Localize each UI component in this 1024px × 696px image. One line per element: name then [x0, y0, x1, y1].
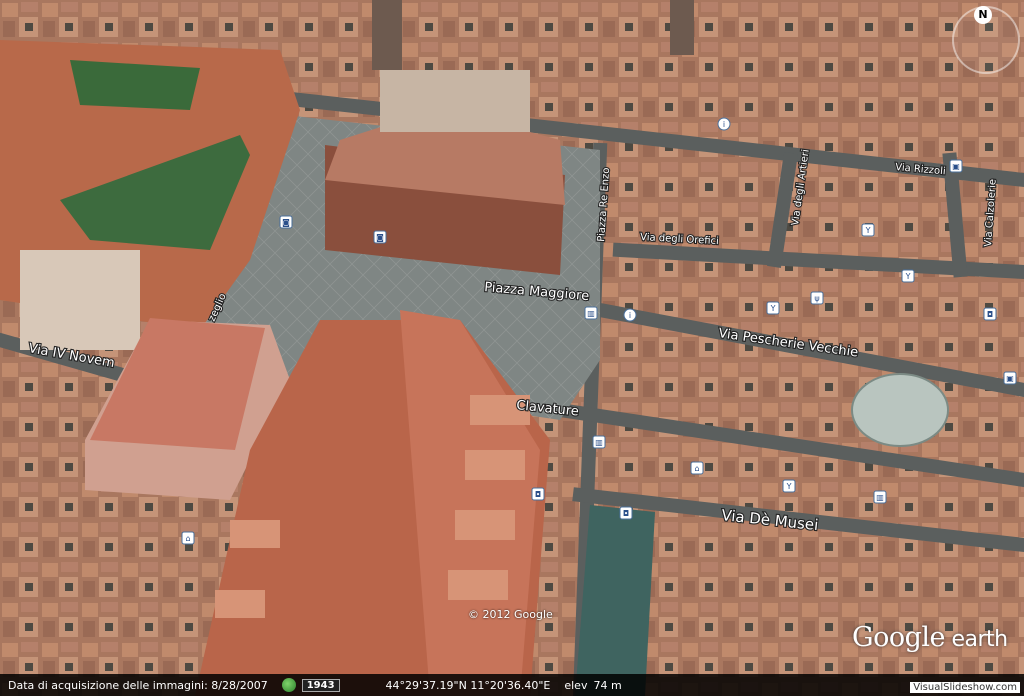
elevation-label: elev — [564, 678, 588, 692]
tower-garisenda — [670, 0, 694, 55]
svg-text:⌂: ⌂ — [185, 534, 190, 543]
dome — [851, 373, 949, 447]
building-side-wall — [20, 250, 140, 350]
svg-text:i: i — [723, 120, 725, 129]
google-earth-logo: Google earth — [852, 622, 1008, 653]
camera-icon[interactable]: ◙ — [279, 215, 293, 229]
historical-year-badge[interactable]: 1943 — [301, 678, 340, 692]
museum-icon[interactable]: ▥ — [873, 490, 887, 504]
logo-main: Google — [852, 622, 945, 653]
museum-icon[interactable]: ▥ — [592, 435, 606, 449]
svg-text:ψ: ψ — [814, 294, 819, 303]
svg-text:▥: ▥ — [876, 493, 884, 502]
cocktail-icon[interactable]: Y — [782, 479, 796, 493]
north-indicator[interactable]: N — [974, 6, 992, 24]
coordinates-readout: 44°29'37.19"N 11°20'36.40"E — [385, 678, 551, 692]
svg-text:▣: ▣ — [1006, 374, 1014, 383]
camera-icon[interactable]: ◙ — [373, 230, 387, 244]
cocktail-icon[interactable]: Y — [766, 301, 780, 315]
copyright-text: © 2012 Google — [468, 608, 553, 621]
hotel-icon[interactable]: ⌂ — [181, 531, 195, 545]
restaurant-icon[interactable]: ψ — [810, 291, 824, 305]
tower-top — [380, 70, 530, 132]
shopping-bag-icon[interactable]: ◘ — [983, 307, 997, 321]
bus-stop-icon[interactable]: ▣ — [1003, 371, 1017, 385]
tower-asinelli — [372, 0, 402, 70]
cocktail-icon[interactable]: Y — [901, 269, 915, 283]
logo-suffix: earth — [944, 627, 1008, 652]
svg-text:i: i — [629, 311, 631, 320]
green-roof-top — [70, 60, 200, 110]
historical-imagery-icon[interactable] — [281, 678, 296, 692]
svg-text:◙: ◙ — [282, 218, 290, 227]
svg-text:Y: Y — [905, 272, 911, 281]
svg-text:Y: Y — [865, 226, 871, 235]
svg-text:◘: ◘ — [535, 490, 541, 499]
svg-text:◘: ◘ — [623, 509, 629, 518]
aerial-3d-map[interactable]: Piazza Maggiore Via Pescherie Vecchie Cl… — [0, 0, 1024, 696]
svg-text:▥: ▥ — [595, 438, 603, 447]
imagery-date-text: Data di acquisizione delle immagini: 8/2… — [8, 678, 268, 692]
hotel-icon[interactable]: ⌂ — [690, 461, 704, 475]
svg-text:Y: Y — [770, 304, 776, 313]
info-icon[interactable]: i — [717, 117, 731, 131]
museum-icon[interactable]: ▥ — [584, 306, 598, 320]
svg-text:◘: ◘ — [987, 310, 993, 319]
shopping-bag-icon[interactable]: ◘ — [531, 487, 545, 501]
shopping-bag-icon[interactable]: ◘ — [619, 506, 633, 520]
status-bar: Data di acquisizione delle immagini: 8/2… — [0, 674, 1024, 696]
svg-text:⌂: ⌂ — [694, 464, 699, 473]
cocktail-icon[interactable]: Y — [861, 223, 875, 237]
watermark: VisualSlideshow.com — [910, 682, 1020, 693]
bus-stop-icon[interactable]: ▣ — [949, 159, 963, 173]
elevation-value: 74 m — [593, 678, 622, 692]
compass-control[interactable]: N — [952, 6, 1020, 74]
svg-text:▥: ▥ — [587, 309, 595, 318]
svg-text:Y: Y — [786, 482, 792, 491]
svg-text:▣: ▣ — [952, 162, 960, 171]
map-view[interactable]: Piazza Maggiore Via Pescherie Vecchie Cl… — [0, 0, 1024, 696]
svg-text:◙: ◙ — [376, 233, 384, 242]
info-icon[interactable]: i — [623, 308, 637, 322]
